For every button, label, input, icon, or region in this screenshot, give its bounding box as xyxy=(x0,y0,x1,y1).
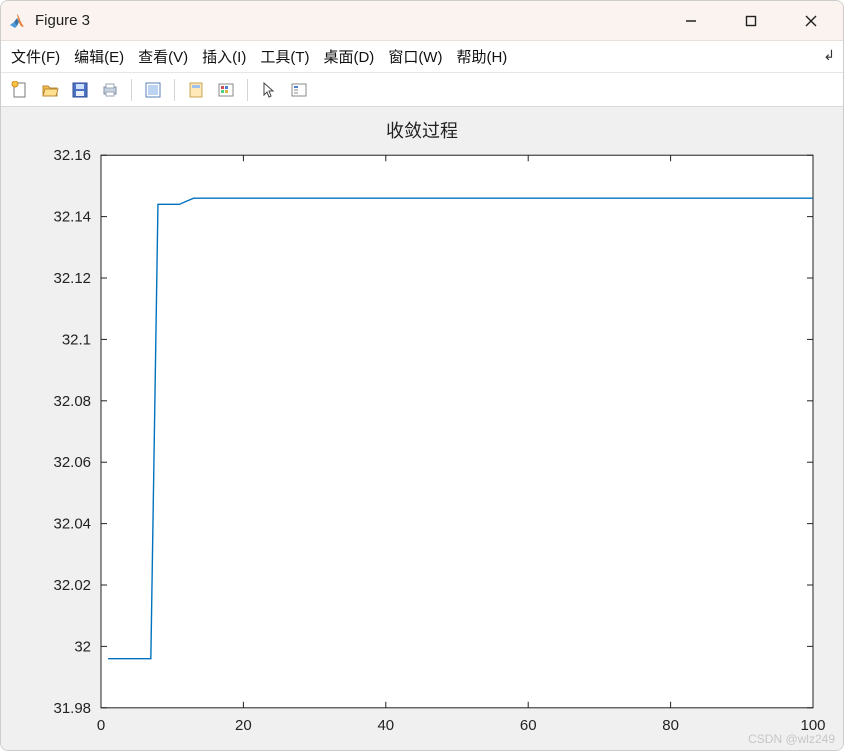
y-tick-label: 32.08 xyxy=(54,393,91,410)
toolbar-separator xyxy=(174,79,175,101)
cursor-button[interactable] xyxy=(256,77,282,103)
minimize-button[interactable] xyxy=(665,3,717,39)
y-tick-label: 32.02 xyxy=(54,577,91,594)
y-tick-label: 31.98 xyxy=(54,700,91,717)
colorbar-icon xyxy=(217,81,235,99)
link-axes-button[interactable] xyxy=(183,77,209,103)
menubar: 文件(F) 编辑(E) 查看(V) 插入(I) 工具(T) 桌面(D) 窗口(W… xyxy=(1,41,843,73)
y-tick-label: 32.16 xyxy=(54,147,91,164)
y-tick-label: 32.14 xyxy=(54,209,91,226)
menu-window[interactable]: 窗口(W) xyxy=(388,46,442,67)
toolbar-separator xyxy=(247,79,248,101)
edit-plot-icon xyxy=(144,81,162,99)
print-icon xyxy=(101,81,119,99)
x-tick-label: 80 xyxy=(662,717,679,734)
x-tick-label: 0 xyxy=(97,717,105,734)
x-tick-label: 100 xyxy=(800,717,825,734)
y-tick-label: 32.12 xyxy=(54,270,91,287)
y-tick-label: 32.06 xyxy=(54,454,91,471)
chart-title: 收敛过程 xyxy=(386,121,458,141)
cursor-icon xyxy=(260,81,278,99)
chart-svg: 0 20 40 60 80 100 31.98 32 32.02 32.04 32.06 32.08 3… xyxy=(1,107,843,750)
figure-window: Figure 3 文件(F) 编辑(E) 查看(V) 插入(I) 工具(T) 桌… xyxy=(0,0,844,751)
close-button[interactable] xyxy=(785,3,837,39)
new-figure-icon xyxy=(11,81,29,99)
menu-help[interactable]: 帮助(H) xyxy=(456,46,507,67)
save-button[interactable] xyxy=(67,77,93,103)
open-button[interactable] xyxy=(37,77,63,103)
toolbar xyxy=(1,73,843,107)
maximize-button[interactable] xyxy=(725,3,777,39)
new-figure-button[interactable] xyxy=(7,77,33,103)
menu-file[interactable]: 文件(F) xyxy=(11,46,60,67)
titlebar: Figure 3 xyxy=(1,1,843,41)
link-icon xyxy=(187,81,205,99)
print-button[interactable] xyxy=(97,77,123,103)
edit-plot-button[interactable] xyxy=(140,77,166,103)
window-title: Figure 3 xyxy=(35,12,90,29)
toolbar-separator xyxy=(131,79,132,101)
insert-colorbar-button[interactable] xyxy=(213,77,239,103)
x-tick-label: 40 xyxy=(377,717,394,734)
y-tick-label: 32.1 xyxy=(62,331,91,348)
x-tick-label: 20 xyxy=(235,717,252,734)
x-tick-label: 60 xyxy=(520,717,537,734)
matlab-icon xyxy=(7,11,27,31)
y-tick-label: 32 xyxy=(74,638,91,655)
open-icon xyxy=(41,81,59,99)
plot-area: 0 20 40 60 80 100 31.98 32 32.02 32.04 32.06 32.08 3… xyxy=(1,107,843,750)
menu-insert[interactable]: 插入(I) xyxy=(202,46,246,67)
menu-desktop[interactable]: 桌面(D) xyxy=(323,46,374,67)
insert-legend-icon xyxy=(290,81,308,99)
save-icon xyxy=(71,81,89,99)
y-tick-label: 32.04 xyxy=(54,516,91,533)
insert-legend-button[interactable] xyxy=(286,77,312,103)
menu-overflow-icon[interactable]: ↲ xyxy=(823,47,835,64)
menu-view[interactable]: 查看(V) xyxy=(138,46,188,67)
menu-tools[interactable]: 工具(T) xyxy=(260,46,309,67)
menu-edit[interactable]: 编辑(E) xyxy=(74,46,124,67)
